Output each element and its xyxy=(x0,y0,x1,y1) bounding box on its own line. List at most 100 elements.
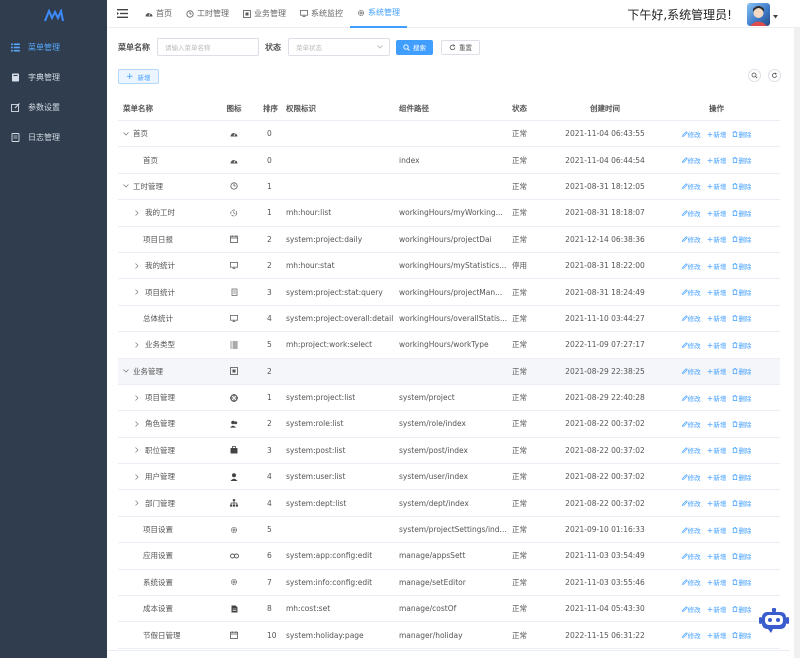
delete-button[interactable]: 删除 xyxy=(732,525,751,535)
delete-button[interactable]: 删除 xyxy=(732,393,751,403)
add-button[interactable]: + 新增 xyxy=(118,69,159,84)
table-row[interactable]: 节假日管理 10 system:holiday:page manager/holida… xyxy=(118,622,780,649)
add-child-button[interactable]: +新增 xyxy=(707,366,727,376)
table-row[interactable]: 项目设置 5 system/projectSettings/ind... 正常 2021… xyxy=(118,517,780,544)
status-select[interactable]: 菜单状态 xyxy=(288,38,390,56)
delete-button[interactable]: 删除 xyxy=(732,551,751,561)
table-row[interactable]: 我的统计 2 mh:hour:stat workingHours/myStatisti… xyxy=(118,253,780,280)
table-row[interactable]: 用户管理 4 system:user:list system/user/index 正常… xyxy=(118,464,780,491)
toggle-search-button[interactable] xyxy=(748,69,761,82)
add-child-button[interactable]: +新增 xyxy=(707,181,727,191)
delete-button[interactable]: 删除 xyxy=(732,261,751,271)
edit-button[interactable]: 修改 xyxy=(681,234,701,244)
edit-button[interactable]: 修改 xyxy=(681,445,701,455)
table-row[interactable]: 首页 0 index 正常 2021-11-04 06:44:54 修改 +新增 删除 xyxy=(118,147,780,174)
delete-button[interactable]: 删除 xyxy=(732,234,751,244)
avatar[interactable] xyxy=(747,3,770,26)
tab[interactable]: 首页 xyxy=(138,0,179,28)
edit-button[interactable]: 修改 xyxy=(681,498,701,508)
edit-button[interactable]: 修改 xyxy=(681,525,701,535)
chevron-right-icon[interactable] xyxy=(135,500,141,506)
chat-robot-icon[interactable] xyxy=(759,607,789,633)
chevron-right-icon[interactable] xyxy=(135,262,141,269)
delete-button[interactable]: 删除 xyxy=(732,419,751,429)
chevron-right-icon[interactable] xyxy=(135,447,141,454)
delete-button[interactable]: 删除 xyxy=(732,604,751,614)
delete-button[interactable]: 删除 xyxy=(732,340,751,350)
tab[interactable]: 业务管理 xyxy=(236,0,293,28)
delete-button[interactable]: 删除 xyxy=(732,366,751,376)
edit-button[interactable]: 修改 xyxy=(681,287,701,297)
add-child-button[interactable]: +新增 xyxy=(707,445,727,455)
tab[interactable]: 系统管理 xyxy=(350,0,407,28)
add-child-button[interactable]: +新增 xyxy=(707,551,727,561)
edit-button[interactable]: 修改 xyxy=(681,366,701,376)
add-child-button[interactable]: +新增 xyxy=(707,525,727,535)
add-child-button[interactable]: +新增 xyxy=(707,208,727,218)
add-child-button[interactable]: +新增 xyxy=(707,419,727,429)
add-child-button[interactable]: +新增 xyxy=(707,155,727,165)
tab[interactable]: 系统监控 xyxy=(293,0,350,28)
table-row[interactable]: 业务类型 5 mh:project:work:select workingHours/… xyxy=(118,332,780,359)
sidebar-item[interactable]: 参数设置 xyxy=(0,92,107,122)
table-row[interactable]: 部门管理 4 system:dept:list system/dept/index 正常… xyxy=(118,490,780,517)
edit-button[interactable]: 修改 xyxy=(681,313,701,323)
table-row[interactable]: 角色管理 2 system:role:list system/role/index 正常… xyxy=(118,411,780,438)
edit-button[interactable]: 修改 xyxy=(681,340,701,350)
chevron-down-icon[interactable] xyxy=(123,369,129,373)
scrollbar[interactable] xyxy=(794,28,800,658)
table-row[interactable]: 项目日报 2 system:project:daily workingHours/pr… xyxy=(118,227,780,253)
delete-button[interactable]: 删除 xyxy=(732,208,751,218)
chevron-down-icon[interactable] xyxy=(123,184,129,189)
sidebar-item[interactable]: 字典管理 xyxy=(0,62,107,92)
chevron-right-icon[interactable] xyxy=(135,473,141,480)
tab[interactable]: 工时管理 xyxy=(179,0,236,28)
add-child-button[interactable]: +新增 xyxy=(707,630,727,640)
edit-button[interactable]: 修改 xyxy=(681,630,701,640)
add-child-button[interactable]: +新增 xyxy=(707,129,727,139)
delete-button[interactable]: 删除 xyxy=(732,287,751,297)
delete-button[interactable]: 删除 xyxy=(732,155,751,165)
delete-button[interactable]: 删除 xyxy=(732,630,751,640)
table-row[interactable]: 系统设置 7 system:info:config:edit manage/setEd… xyxy=(118,570,780,597)
refresh-button[interactable] xyxy=(768,69,781,82)
table-row[interactable]: 项目统计 3 system:project:stat:query workingHou… xyxy=(118,279,780,306)
reset-button[interactable]: 重置 xyxy=(441,39,480,55)
delete-button[interactable]: 删除 xyxy=(732,577,751,587)
add-child-button[interactable]: +新增 xyxy=(707,604,727,614)
add-child-button[interactable]: +新增 xyxy=(707,261,727,271)
sidebar-item[interactable]: 日志管理 xyxy=(0,122,107,152)
search-button[interactable]: 搜索 xyxy=(396,39,433,55)
edit-button[interactable]: 修改 xyxy=(681,551,701,561)
table-row[interactable]: 业务管理 2 正常 2021-08-29 22:38:25 修改 +新增 删除 xyxy=(118,358,780,385)
table-row[interactable]: 我的工时 1 mh:hour:list workingHours/myWorking.… xyxy=(118,200,780,227)
table-row[interactable]: 项目管理 1 system:project:list system/project 正常… xyxy=(118,385,780,412)
add-child-button[interactable]: +新增 xyxy=(707,287,727,297)
delete-button[interactable]: 删除 xyxy=(732,472,751,482)
table-row[interactable]: 首页 0 正常 2021-11-04 06:43:55 修改 +新增 删除 xyxy=(118,121,780,148)
edit-button[interactable]: 修改 xyxy=(681,393,701,403)
chevron-right-icon[interactable] xyxy=(135,342,141,348)
caret-down-icon[interactable] xyxy=(773,15,778,19)
delete-button[interactable]: 删除 xyxy=(732,313,751,323)
edit-button[interactable]: 修改 xyxy=(681,419,701,429)
table-row[interactable]: 总体统计 4 system:project:overall:detail workin… xyxy=(118,306,780,333)
table-row[interactable]: 工时管理 1 正常 2021-08-31 18:12:05 修改 +新增 删除 xyxy=(118,174,780,201)
add-child-button[interactable]: +新增 xyxy=(707,393,727,403)
hamburger-icon[interactable] xyxy=(116,9,128,19)
edit-button[interactable]: 修改 xyxy=(681,261,701,271)
chevron-down-icon[interactable] xyxy=(123,131,129,136)
add-child-button[interactable]: +新增 xyxy=(707,313,727,323)
delete-button[interactable]: 删除 xyxy=(732,445,751,455)
add-child-button[interactable]: +新增 xyxy=(707,577,727,587)
sidebar-item[interactable]: 菜单管理 xyxy=(0,32,107,62)
delete-button[interactable]: 删除 xyxy=(732,129,751,139)
table-row[interactable]: 应用设置 6 system:app:config:edit manage/appsSe… xyxy=(118,543,780,570)
add-child-button[interactable]: +新增 xyxy=(707,234,727,244)
edit-button[interactable]: 修改 xyxy=(681,181,701,191)
logo[interactable] xyxy=(0,0,107,32)
add-child-button[interactable]: +新增 xyxy=(707,340,727,350)
chevron-right-icon[interactable] xyxy=(135,394,141,401)
delete-button[interactable]: 删除 xyxy=(732,498,751,508)
edit-button[interactable]: 修改 xyxy=(681,472,701,482)
